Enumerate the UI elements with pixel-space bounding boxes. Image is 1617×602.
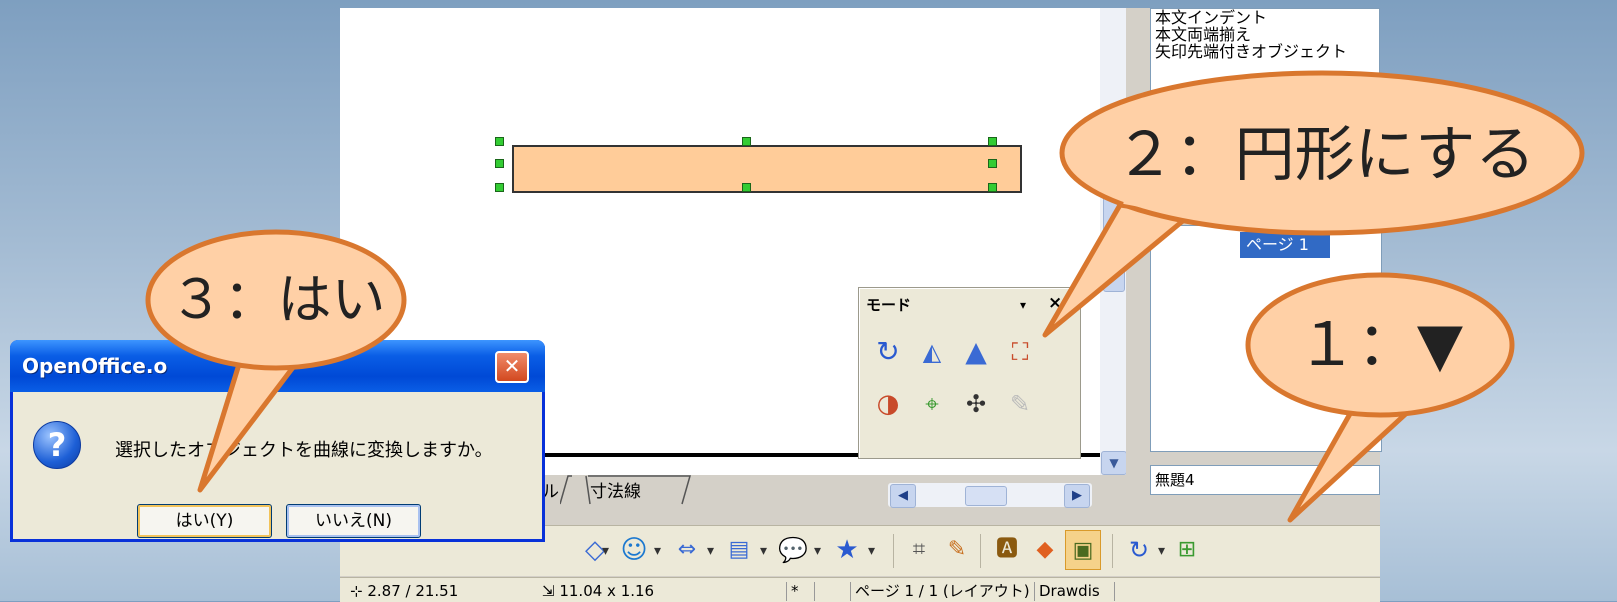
- callout-step2: ２：円形にする: [1114, 120, 1536, 190]
- callout-step1: １：▼: [1296, 310, 1464, 380]
- callout-step3: ３：はい: [169, 268, 386, 331]
